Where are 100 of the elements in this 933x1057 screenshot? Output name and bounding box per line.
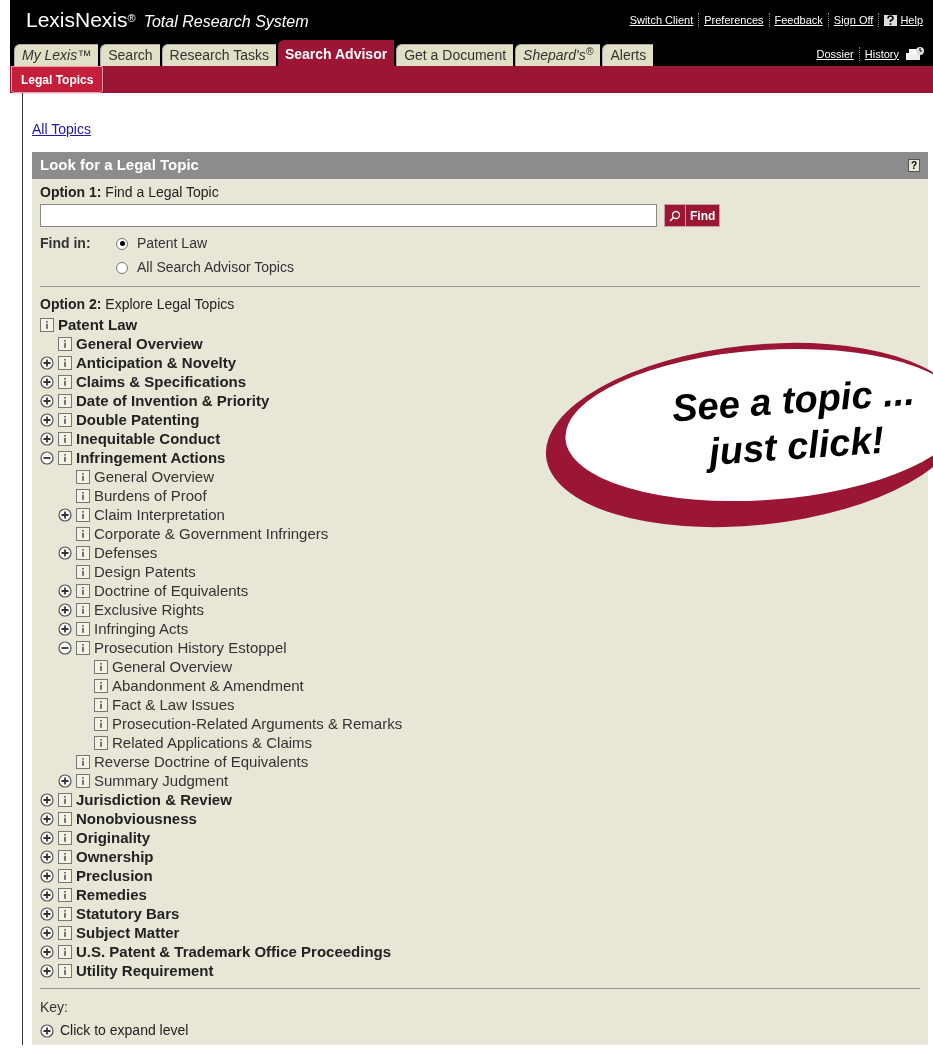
topic-link[interactable]: Anticipation & Novelty	[76, 353, 236, 372]
printer-icon[interactable]	[905, 45, 925, 62]
info-icon[interactable]	[76, 754, 90, 769]
side-link[interactable]: History	[864, 45, 899, 62]
top-link[interactable]: Feedback	[774, 11, 823, 29]
info-icon[interactable]	[58, 887, 72, 902]
info-icon[interactable]	[58, 374, 72, 389]
tab[interactable]: Search	[100, 44, 160, 66]
topic-link[interactable]: Reverse Doctrine of Equivalents	[94, 752, 309, 771]
topic-link[interactable]: Design Patents	[94, 562, 196, 581]
topic-link[interactable]: Infringing Acts	[94, 619, 189, 638]
topic-link[interactable]: Claims & Specifications	[76, 372, 247, 391]
info-icon[interactable]	[76, 583, 90, 598]
info-icon[interactable]	[58, 963, 72, 978]
expand-icon[interactable]	[58, 773, 72, 788]
expand-icon[interactable]	[58, 602, 72, 617]
info-icon[interactable]	[76, 469, 90, 484]
topic-link[interactable]: Utility Requirement	[76, 961, 214, 980]
topic-link[interactable]: Corporate & Government Infringers	[94, 524, 329, 543]
top-link[interactable]: Preferences	[704, 11, 764, 29]
expand-icon[interactable]	[40, 906, 54, 921]
expand-icon[interactable]	[40, 393, 54, 408]
info-icon[interactable]	[94, 735, 108, 750]
topic-link[interactable]: Inequitable Conduct	[76, 429, 221, 448]
topic-link[interactable]: Related Applications & Claims	[112, 733, 313, 752]
info-icon[interactable]	[76, 602, 90, 617]
topic-link[interactable]: Abandonment & Amendment	[112, 676, 304, 695]
info-icon[interactable]	[58, 944, 72, 959]
topic-link[interactable]: Defenses	[94, 543, 158, 562]
tab[interactable]: My Lexis™	[14, 44, 99, 66]
topic-link[interactable]: Doctrine of Equivalents	[94, 581, 249, 600]
topic-link[interactable]: Exclusive Rights	[94, 600, 205, 619]
info-icon[interactable]	[94, 659, 108, 674]
info-icon[interactable]	[76, 640, 90, 655]
info-icon[interactable]	[94, 697, 108, 712]
expand-icon[interactable]	[58, 621, 72, 636]
top-link[interactable]: Switch Client	[629, 11, 694, 29]
side-link[interactable]: Dossier	[816, 45, 854, 62]
topic-link[interactable]: Originality	[76, 828, 151, 847]
expand-icon[interactable]	[58, 507, 72, 522]
tab[interactable]: Shepard's$^{®}$	[515, 44, 601, 66]
expand-icon[interactable]	[40, 868, 54, 883]
topic-link[interactable]: Prosecution-Related Arguments & Remarks	[112, 714, 403, 733]
info-icon[interactable]	[40, 317, 54, 332]
help-button[interactable]: ?	[907, 159, 920, 172]
expand-icon[interactable]	[40, 1023, 54, 1038]
all-topics-link[interactable]: All Topics	[32, 119, 91, 140]
expand-icon[interactable]	[40, 412, 54, 427]
topic-link[interactable]: U.S. Patent & Trademark Office Proceedings	[76, 942, 392, 961]
info-icon[interactable]	[58, 412, 72, 427]
topic-link[interactable]: Subject Matter	[76, 923, 180, 942]
info-icon[interactable]	[76, 545, 90, 560]
topic-link[interactable]: Date of Invention & Priority	[76, 391, 270, 410]
topic-link[interactable]: Double Patenting	[76, 410, 200, 429]
info-icon[interactable]	[58, 393, 72, 408]
expand-icon[interactable]	[40, 944, 54, 959]
topic-link[interactable]: Preclusion	[76, 866, 153, 885]
topic-link[interactable]: General Overview	[76, 334, 203, 353]
expand-icon[interactable]	[40, 355, 54, 370]
topic-link[interactable]: Burdens of Proof	[94, 486, 207, 505]
tab[interactable]: Get a Document	[396, 44, 514, 66]
expand-icon[interactable]	[40, 887, 54, 902]
topic-link[interactable]: Prosecution History Estoppel	[94, 638, 287, 657]
find-button[interactable]: Find	[664, 204, 721, 227]
expand-icon[interactable]	[40, 811, 54, 826]
expand-icon[interactable]	[40, 925, 54, 940]
info-icon[interactable]	[58, 849, 72, 864]
radio-button[interactable]	[116, 261, 128, 274]
radio-button[interactable]	[116, 237, 128, 250]
topic-link[interactable]: Summary Judgment	[94, 771, 229, 790]
topic-link[interactable]: General Overview	[112, 657, 233, 676]
expand-icon[interactable]	[58, 583, 72, 598]
topic-link[interactable]: Infringement Actions	[76, 448, 226, 467]
info-icon[interactable]	[58, 792, 72, 807]
info-icon[interactable]	[76, 488, 90, 503]
info-icon[interactable]	[76, 526, 90, 541]
topic-link[interactable]: General Overview	[94, 467, 215, 486]
expand-icon[interactable]	[58, 545, 72, 560]
topic-link[interactable]: Patent Law	[58, 315, 138, 334]
help-icon[interactable]	[884, 14, 898, 26]
tab[interactable]: Alerts	[602, 44, 654, 66]
expand-icon[interactable]	[40, 963, 54, 978]
info-icon[interactable]	[76, 564, 90, 579]
expand-icon[interactable]	[40, 431, 54, 446]
info-icon[interactable]	[58, 450, 72, 465]
info-icon[interactable]	[76, 773, 90, 788]
topic-link[interactable]: Fact & Law Issues	[112, 695, 235, 714]
expand-icon[interactable]	[40, 849, 54, 864]
tab[interactable]: Search Advisor	[277, 40, 395, 66]
top-link[interactable]: Sign Off	[833, 11, 874, 29]
info-icon[interactable]	[58, 868, 72, 883]
topic-link[interactable]: Claim Interpretation	[94, 505, 225, 524]
subtab[interactable]: Legal Topics	[11, 66, 104, 93]
topic-link[interactable]: Statutory Bars	[76, 904, 180, 923]
expand-icon[interactable]	[40, 830, 54, 845]
info-icon[interactable]	[76, 621, 90, 636]
topic-link[interactable]: Ownership	[76, 847, 154, 866]
expand-icon[interactable]	[40, 792, 54, 807]
topic-link[interactable]: Jurisdiction & Review	[76, 790, 232, 809]
top-link[interactable]: Help	[900, 11, 923, 29]
